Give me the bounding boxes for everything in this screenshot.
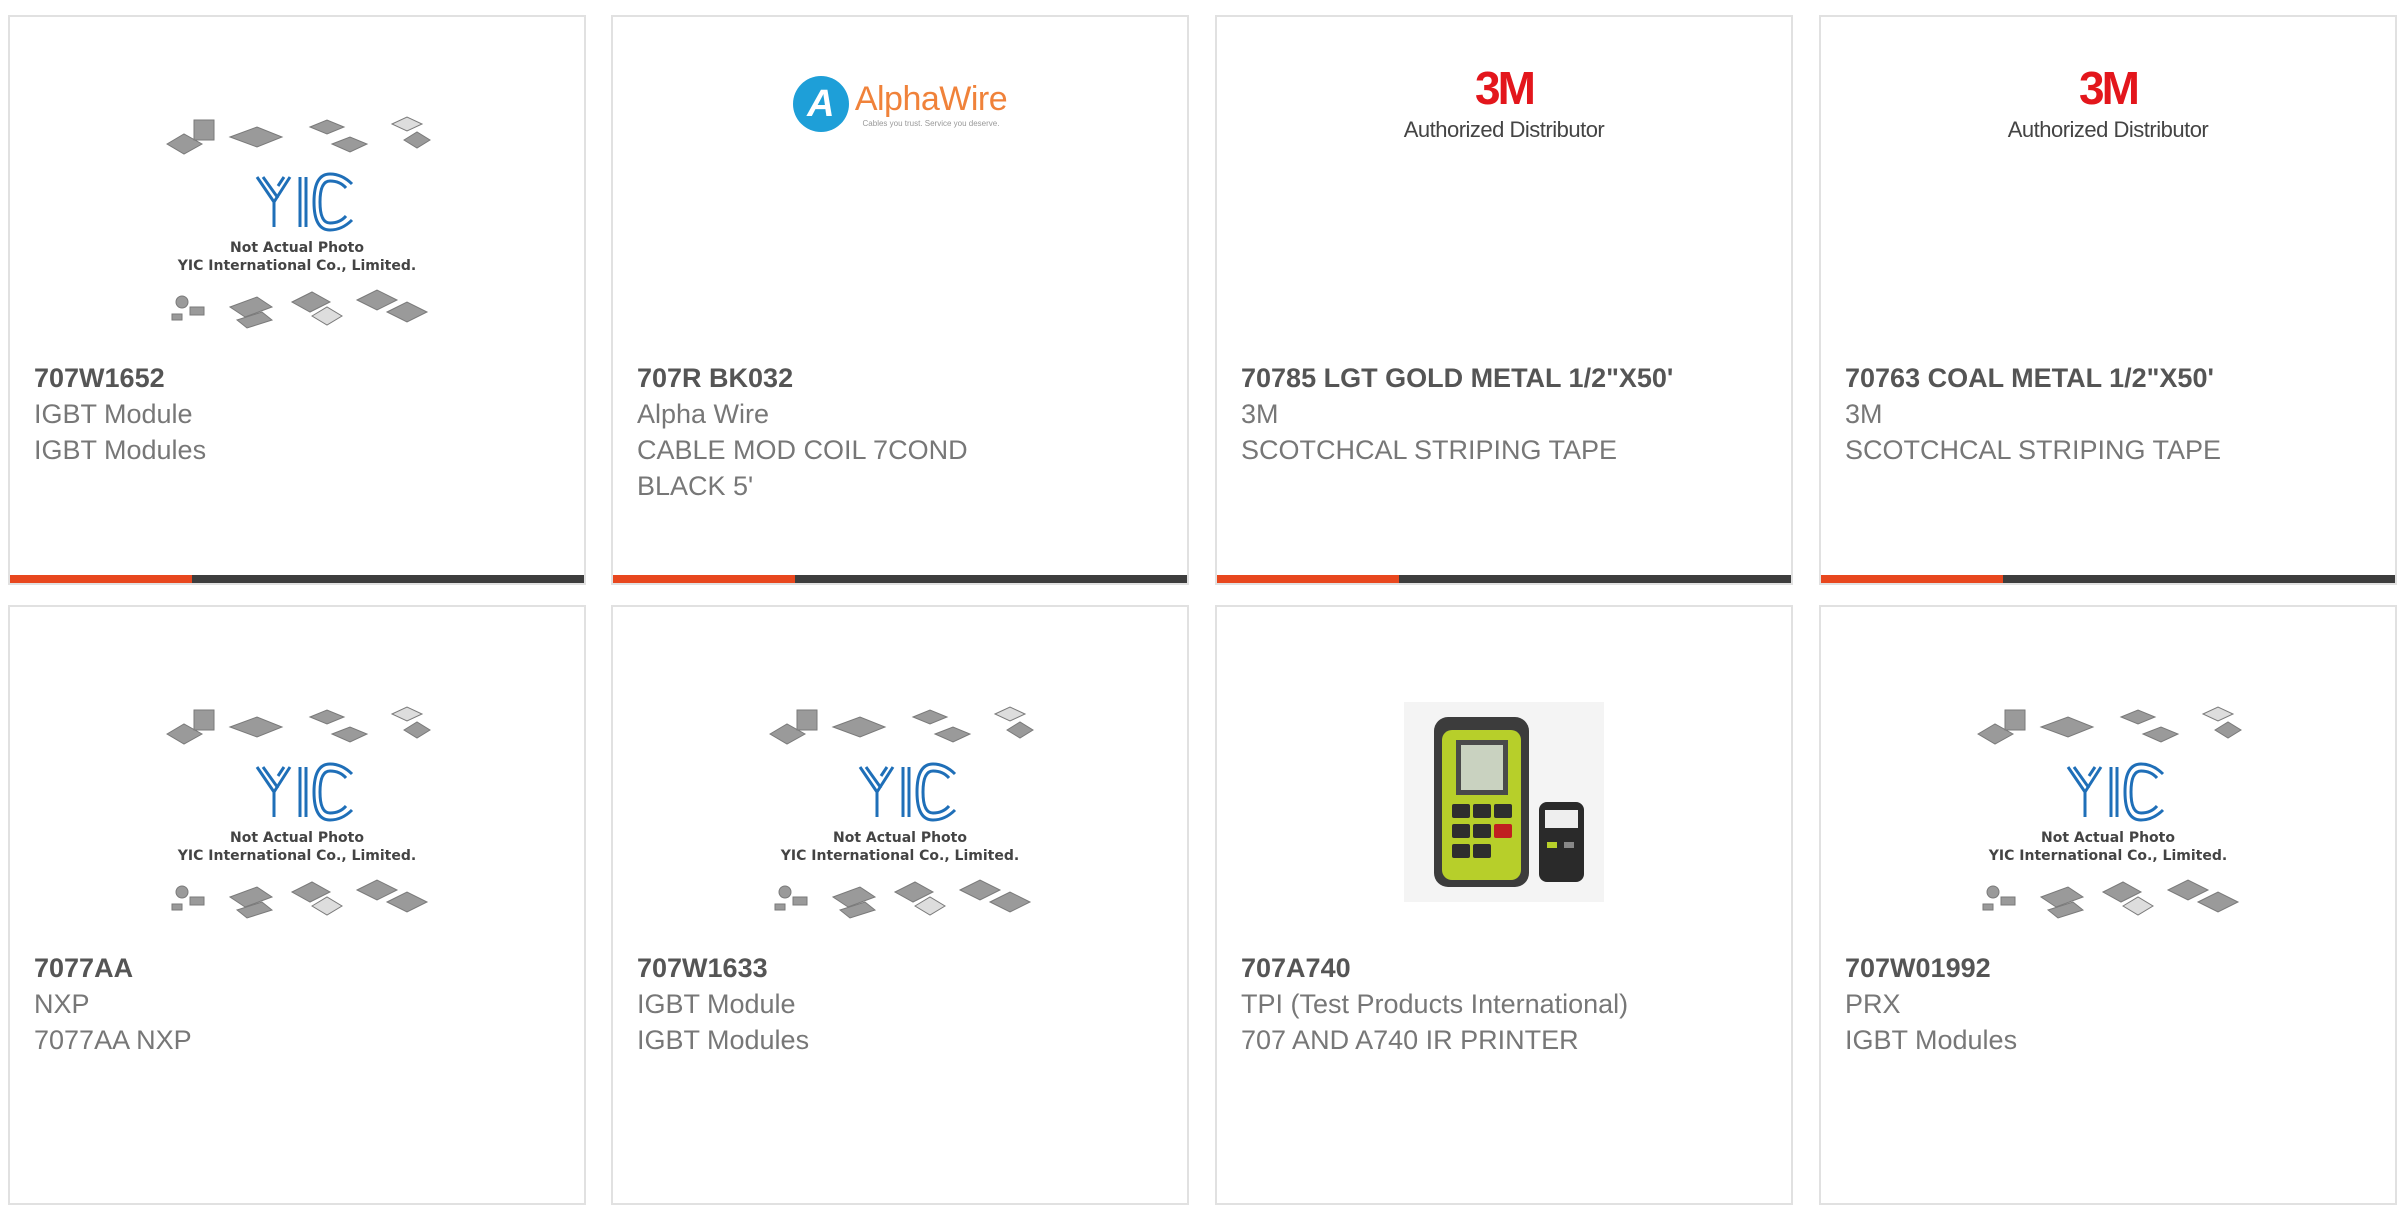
- card-bar-accent: [613, 575, 795, 583]
- description: CABLE MOD COIL 7COND: [637, 435, 968, 465]
- product-card[interactable]: Not Actual Photo YIC International Co., …: [8, 15, 586, 585]
- product-info: 707W01992 PRX IGBT Modules: [1845, 950, 2375, 1058]
- 3m-logo: 3M Authorized Distributor: [2008, 65, 2209, 143]
- 3m-mark: 3M: [2079, 62, 2140, 114]
- yic-placeholder-image: Not Actual Photo YIC International Co., …: [1977, 706, 2242, 919]
- alpha-wire-logo: A AlphaWire Cables you trust. Service yo…: [792, 76, 1008, 132]
- part-number[interactable]: 70785 LGT GOLD METAL 1/2"X50': [1241, 360, 1771, 396]
- description: SCOTCHCAL STRIPING TAPE: [1241, 435, 1618, 465]
- product-card[interactable]: A AlphaWire Cables you trust. Service yo…: [611, 15, 1189, 585]
- product-image: Not Actual Photo YIC International Co., …: [613, 667, 1187, 957]
- ir-printer-photo: [1404, 702, 1604, 902]
- product-image: Not Actual Photo YIC International Co., …: [10, 77, 584, 367]
- yic-note-2: YIC International Co., Limited.: [1988, 848, 2227, 864]
- yic-note-1: Not Actual Photo: [230, 240, 364, 256]
- product-grid: Not Actual Photo YIC International Co., …: [0, 0, 2400, 1205]
- 3m-subtitle: Authorized Distributor: [1403, 117, 1605, 142]
- yic-note-2: YIC International Co., Limited.: [177, 848, 416, 864]
- alpha-name: AlphaWire: [854, 80, 1008, 118]
- product-card[interactable]: Not Actual Photo YIC International Co., …: [8, 605, 586, 1205]
- part-number[interactable]: 707W01992: [1845, 950, 2375, 986]
- part-number[interactable]: 707R BK032: [637, 360, 1167, 396]
- product-info: 707W1633 IGBT Module IGBT Modules: [637, 950, 1167, 1058]
- product-info: 707R BK032 Alpha Wire CABLE MOD COIL 7CO…: [637, 360, 1167, 504]
- part-number[interactable]: 7077AA: [34, 950, 564, 986]
- description: 707 AND A740 IR PRINTER: [1241, 1025, 1579, 1055]
- manufacturer: IGBT Module: [34, 399, 193, 429]
- manufacturer: PRX: [1845, 989, 1901, 1019]
- manufacturer: 3M: [1241, 399, 1279, 429]
- product-card[interactable]: 707A740 TPI (Test Products International…: [1215, 605, 1793, 1205]
- yic-note-2: YIC International Co., Limited.: [177, 258, 416, 274]
- product-image: Not Actual Photo YIC International Co., …: [1821, 667, 2395, 957]
- part-number[interactable]: 707W1652: [34, 360, 564, 396]
- manufacturer: Alpha Wire: [637, 399, 770, 429]
- product-card[interactable]: Not Actual Photo YIC International Co., …: [611, 605, 1189, 1205]
- yic-note-2: YIC International Co., Limited.: [780, 848, 1019, 864]
- part-number[interactable]: 707A740: [1241, 950, 1771, 986]
- description: IGBT Modules: [34, 435, 207, 465]
- card-bar: [1821, 575, 2395, 583]
- description: 7077AA NXP: [34, 1025, 192, 1055]
- product-info: 70763 COAL METAL 1/2"X50' 3M SCOTCHCAL S…: [1845, 360, 2375, 468]
- card-bar: [613, 575, 1187, 583]
- product-info: 7077AA NXP 7077AA NXP: [34, 950, 564, 1058]
- card-bar-accent: [1217, 575, 1399, 583]
- product-image: 3M Authorized Distributor: [1217, 65, 1791, 367]
- yic-placeholder-image: Not Actual Photo YIC International Co., …: [769, 706, 1034, 919]
- part-number[interactable]: 707W1633: [637, 950, 1167, 986]
- part-number[interactable]: 70763 COAL METAL 1/2"X50': [1845, 360, 2375, 396]
- 3m-logo: 3M Authorized Distributor: [1404, 65, 1605, 143]
- description: IGBT Modules: [1845, 1025, 2018, 1055]
- yic-placeholder-image: Not Actual Photo YIC International Co., …: [166, 116, 431, 329]
- 3m-mark: 3M: [1475, 62, 1536, 114]
- yic-note-1: Not Actual Photo: [2041, 830, 2175, 846]
- 3m-subtitle: Authorized Distributor: [2007, 117, 2209, 142]
- card-bar: [10, 575, 584, 583]
- yic-placeholder-image: Not Actual Photo YIC International Co., …: [166, 706, 431, 919]
- description: IGBT Modules: [637, 1025, 810, 1055]
- manufacturer: IGBT Module: [637, 989, 796, 1019]
- manufacturer: TPI (Test Products International): [1241, 989, 1629, 1019]
- yic-note-1: Not Actual Photo: [833, 830, 967, 846]
- description-continued: BLACK 5': [637, 471, 754, 501]
- product-image: Not Actual Photo YIC International Co., …: [10, 667, 584, 957]
- card-bar-accent: [10, 575, 192, 583]
- product-card[interactable]: Not Actual Photo YIC International Co., …: [1819, 605, 2397, 1205]
- yic-note-1: Not Actual Photo: [230, 830, 364, 846]
- product-image: A AlphaWire Cables you trust. Service yo…: [613, 76, 1187, 367]
- product-info: 707W1652 IGBT Module IGBT Modules: [34, 360, 564, 468]
- alpha-mark: A: [792, 76, 849, 132]
- product-card[interactable]: 3M Authorized Distributor 70763 COAL MET…: [1819, 15, 2397, 585]
- manufacturer: 3M: [1845, 399, 1883, 429]
- product-image: 3M Authorized Distributor: [1821, 65, 2395, 367]
- alpha-tagline: Cables you trust. Service you deserve.: [862, 119, 1000, 128]
- manufacturer: NXP: [34, 989, 90, 1019]
- description: SCOTCHCAL STRIPING TAPE: [1845, 435, 2222, 465]
- product-info: 707A740 TPI (Test Products International…: [1241, 950, 1771, 1058]
- card-bar: [1217, 575, 1791, 583]
- product-info: 70785 LGT GOLD METAL 1/2"X50' 3M SCOTCHC…: [1241, 360, 1771, 468]
- product-card[interactable]: 3M Authorized Distributor 70785 LGT GOLD…: [1215, 15, 1793, 585]
- card-bar-accent: [1821, 575, 2003, 583]
- product-image: [1217, 667, 1791, 957]
